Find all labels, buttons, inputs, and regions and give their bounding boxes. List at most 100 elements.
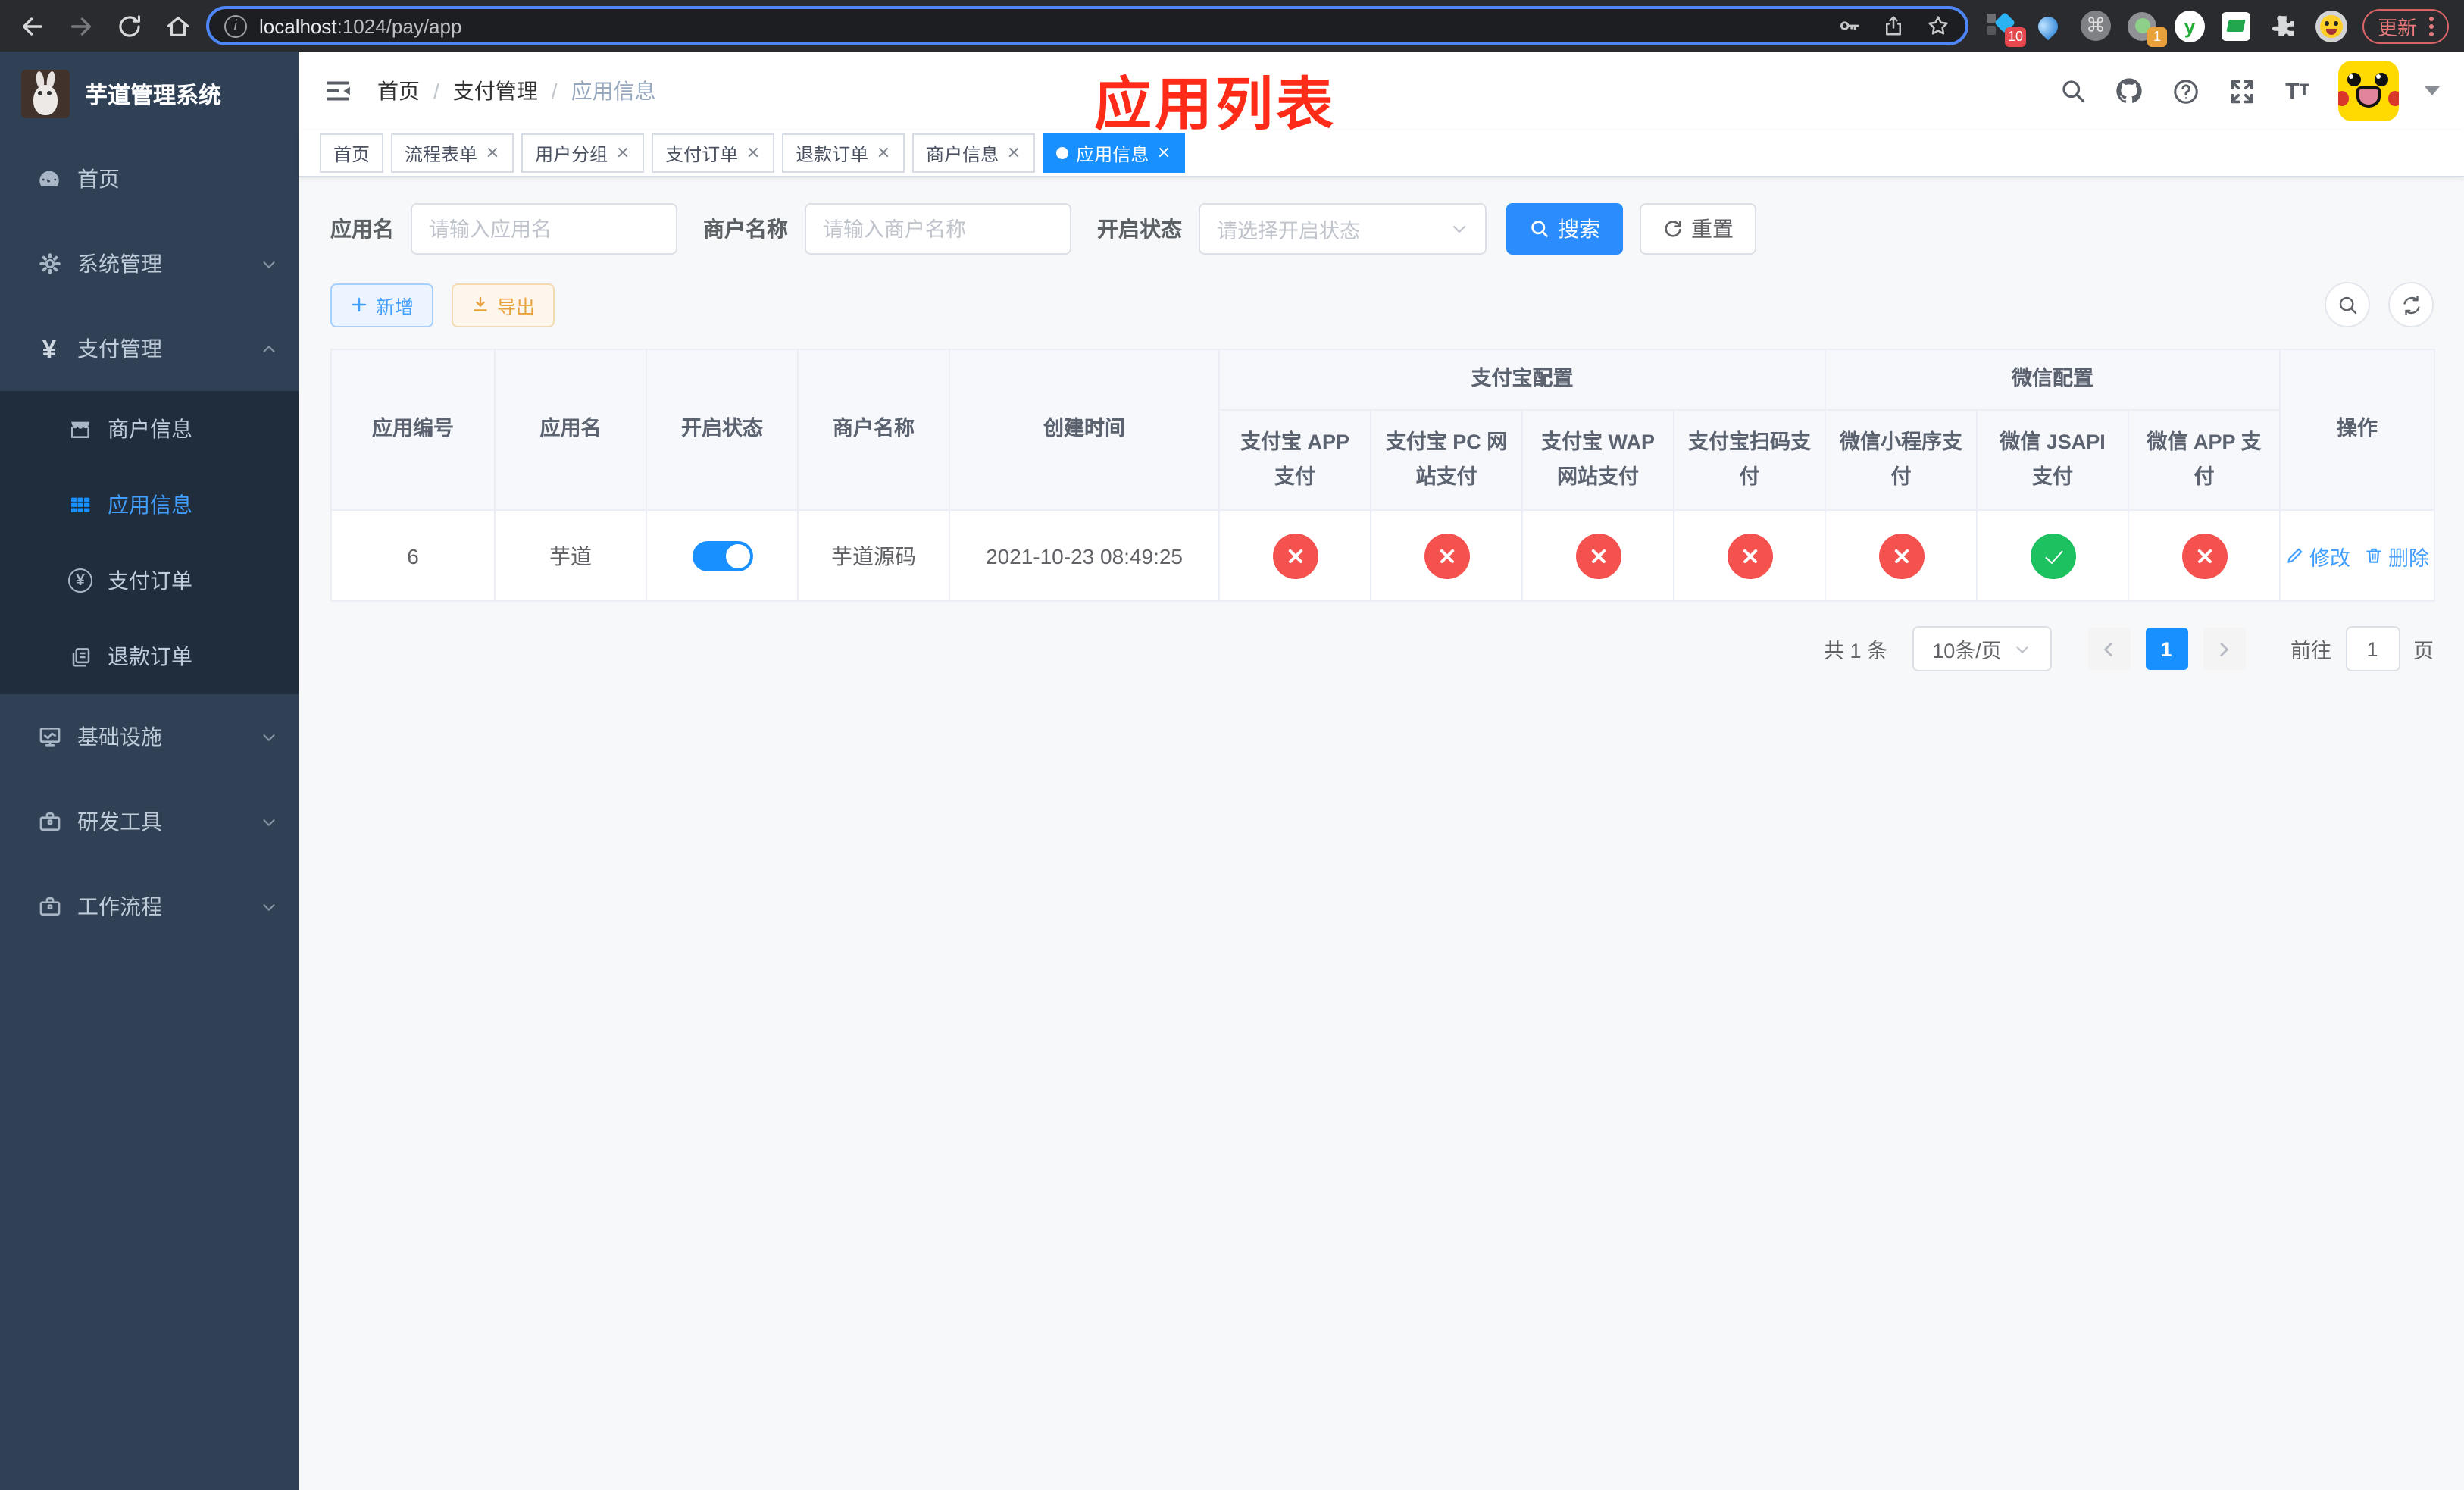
data-table: 应用编号 应用名 开启状态 商户名称 创建时间 支付宝配置 微信配置 操作 支付… [330, 349, 2436, 602]
col-header-merchant: 商户名称 [797, 349, 950, 511]
pagination-goto: 前往 页 [2290, 626, 2434, 671]
col-group-alipay: 支付宝配置 [1218, 349, 1826, 411]
plus-icon [352, 297, 367, 312]
emoji-extension-icon[interactable] [2315, 10, 2347, 42]
back-icon[interactable] [15, 9, 48, 42]
reset-button[interactable]: 重置 [1640, 203, 1756, 255]
tab-label: 应用信息 [1076, 143, 1149, 164]
extensions-puzzle-icon[interactable] [2269, 11, 2299, 41]
refresh-button[interactable] [2388, 282, 2434, 327]
chevron-down-icon [261, 813, 277, 830]
breadcrumb-current: 应用信息 [571, 79, 656, 103]
toggle-search-button[interactable] [2325, 282, 2370, 327]
goto-page-input[interactable] [2345, 626, 2400, 671]
help-icon[interactable] [2170, 76, 2200, 106]
col-header-wx-app: 微信 APP 支付 [2127, 409, 2281, 511]
bookmark-star-icon[interactable] [1926, 14, 1950, 38]
status-select[interactable]: 请选择开启状态 [1199, 203, 1487, 255]
main-area: 首页 / 支付管理 / 应用信息 应用列表 T T 首页 流程表单 用户分组 支… [299, 52, 2464, 1490]
chevron-down-icon [261, 255, 277, 272]
download-icon [474, 296, 487, 311]
search-button[interactable]: 搜索 [1506, 203, 1623, 255]
share-icon[interactable] [1882, 14, 1905, 38]
merchant-name-input[interactable] [805, 203, 1071, 255]
tab-label: 商户信息 [926, 143, 999, 164]
close-icon[interactable] [615, 146, 630, 161]
delete-link-label: 删除 [2388, 546, 2430, 569]
url-path: :1024/pay/app [336, 14, 462, 37]
chat-extension-icon[interactable] [2222, 11, 2252, 41]
site-info-icon[interactable]: i [224, 14, 247, 37]
balloon-extension-icon[interactable] [2034, 11, 2064, 41]
delete-link[interactable]: 删除 [2364, 540, 2429, 571]
sidebar-item-app-info[interactable]: 应用信息 [0, 467, 299, 543]
dot-extension-icon[interactable]: 1 [2128, 11, 2167, 47]
tab-refund-order[interactable]: 退款订单 [782, 133, 905, 173]
edit-pen-icon [2287, 548, 2303, 563]
chevron-right-icon [2220, 642, 2228, 656]
chrome-update-button[interactable]: 更新 [2362, 8, 2449, 43]
reload-icon[interactable] [112, 9, 145, 42]
avatar-caret-icon[interactable] [2425, 86, 2440, 95]
browser-menu-icon[interactable] [2429, 16, 2434, 36]
tab-pay-order[interactable]: 支付订单 [652, 133, 775, 173]
export-button[interactable]: 导出 [452, 283, 555, 327]
cell-create-time: 2021-10-23 08:49:25 [949, 509, 1220, 602]
sidebar-logo[interactable]: 芋道管理系统 [0, 52, 299, 136]
fullscreen-icon[interactable] [2226, 76, 2256, 106]
password-key-icon[interactable] [1837, 14, 1861, 38]
gem-extension-icon[interactable]: 10 [1986, 11, 2026, 47]
tab-user-group[interactable]: 用户分组 [521, 133, 645, 173]
status-toggle[interactable] [692, 540, 752, 571]
close-icon[interactable] [485, 146, 500, 161]
command-extension-icon[interactable]: ⌘ [2080, 11, 2111, 41]
browser-toolbar: i localhost:1024/pay/app 10 ⌘ 1 y 更新 [0, 0, 2464, 52]
page-size-value: 10条/页 [1932, 640, 2002, 662]
home-icon[interactable] [161, 9, 194, 42]
sidebar-item-system[interactable]: 系统管理 [0, 221, 299, 306]
tab-home[interactable]: 首页 [320, 133, 384, 173]
sidebar-item-infrastructure[interactable]: 基础设施 [0, 694, 299, 779]
app-name-input[interactable] [411, 203, 677, 255]
tab-merchant-info[interactable]: 商户信息 [912, 133, 1036, 173]
sidebar-item-home[interactable]: 首页 [0, 136, 299, 221]
cell-app-id: 6 [330, 509, 496, 602]
sidebar-item-workflow[interactable]: 工作流程 [0, 864, 299, 949]
close-icon[interactable] [1006, 146, 1021, 161]
page-size-select[interactable]: 10条/页 [1912, 626, 2051, 671]
breadcrumb-home[interactable]: 首页 [377, 76, 420, 106]
alipay-pc-status-icon [1424, 533, 1469, 578]
navbar: 首页 / 支付管理 / 应用信息 应用列表 T T [299, 52, 2464, 138]
close-icon[interactable] [746, 146, 761, 161]
close-icon[interactable] [1156, 146, 1171, 161]
github-icon[interactable] [2114, 76, 2144, 106]
shop-icon [68, 417, 92, 441]
breadcrumb-separator: / [551, 79, 558, 103]
y-extension-icon[interactable]: y [2174, 10, 2205, 42]
tab-app-info[interactable]: 应用信息 [1043, 133, 1186, 173]
tags-view-bar: 首页 流程表单 用户分组 支付订单 退款订单 商户信息 应用信息 [299, 130, 2464, 177]
sidebar-collapse-icon[interactable] [323, 76, 353, 106]
search-icon[interactable] [2058, 76, 2088, 106]
address-bar[interactable]: i localhost:1024/pay/app [206, 6, 1968, 45]
sidebar-item-refund-order[interactable]: 退款订单 [0, 618, 299, 694]
font-size-icon[interactable]: TT [2282, 76, 2312, 106]
breadcrumb-separator: / [433, 79, 439, 103]
current-page-button[interactable]: 1 [2145, 628, 2187, 670]
next-page-button[interactable] [2203, 628, 2245, 670]
sidebar-item-payment[interactable]: ¥ 支付管理 [0, 306, 299, 391]
forward-icon[interactable] [64, 9, 97, 42]
tab-process-form[interactable]: 流程表单 [391, 133, 514, 173]
breadcrumb-payment[interactable]: 支付管理 [453, 76, 538, 106]
edit-link[interactable]: 修改 [2285, 540, 2350, 571]
tab-label: 支付订单 [665, 143, 739, 164]
add-button[interactable]: 新增 [330, 283, 434, 327]
user-avatar[interactable] [2338, 61, 2399, 121]
toolbar-right [2325, 282, 2434, 327]
sidebar-item-pay-order[interactable]: ¥ 支付订单 [0, 543, 299, 618]
cell-app-name: 芋道 [494, 509, 647, 602]
close-icon[interactable] [876, 146, 891, 161]
sidebar-item-merchant-info[interactable]: 商户信息 [0, 391, 299, 467]
prev-page-button[interactable] [2087, 628, 2130, 670]
sidebar-item-dev-tools[interactable]: 研发工具 [0, 779, 299, 864]
